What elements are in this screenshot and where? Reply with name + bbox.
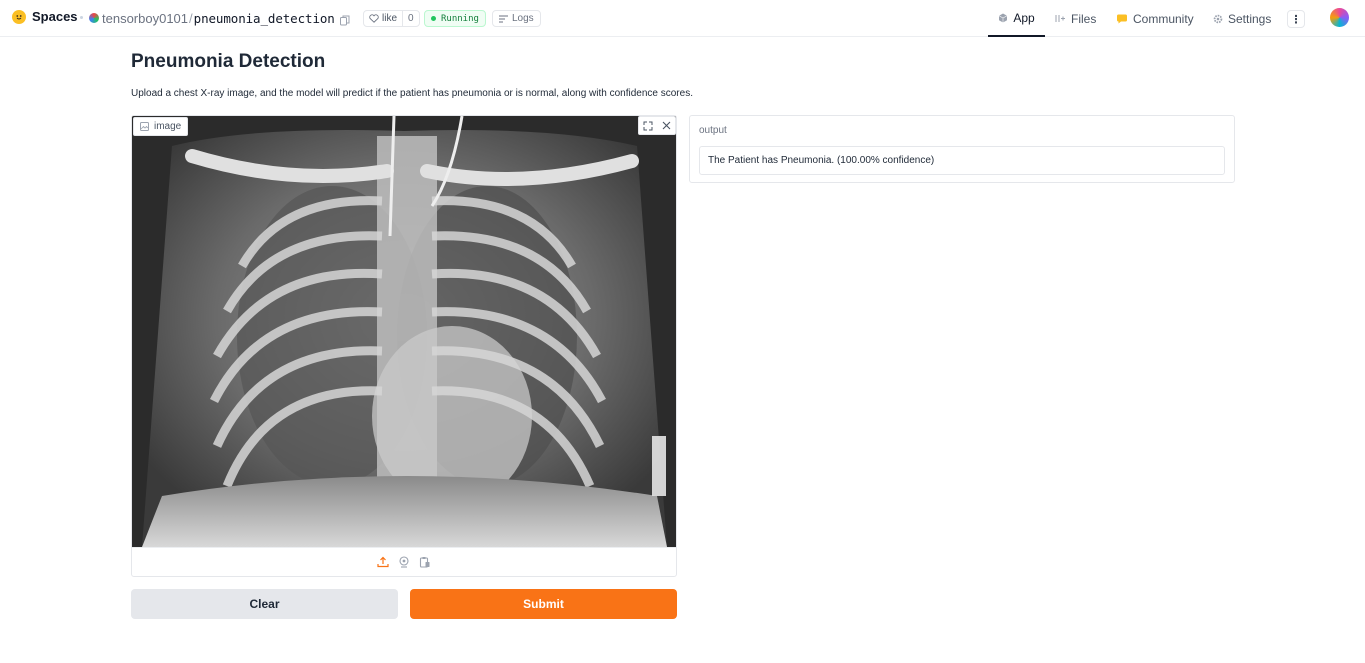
tab-settings-label: Settings [1228, 11, 1272, 26]
spaces-home-link[interactable]: Spaces [12, 9, 78, 24]
like-count: 0 [402, 11, 419, 26]
top-bar: Spaces tensorboy0101 / pneumonia_detecti… [0, 0, 1365, 37]
fullscreen-icon[interactable] [639, 117, 657, 134]
upload-icon[interactable] [377, 556, 390, 569]
copy-icon[interactable] [339, 13, 350, 25]
heart-icon [369, 14, 379, 23]
tab-app[interactable]: App [988, 0, 1045, 37]
page-title: Pneumonia Detection [131, 51, 326, 72]
like-button[interactable]: like 0 [363, 10, 420, 27]
logs-icon [499, 15, 508, 22]
output-label: output [699, 125, 727, 136]
owner-avatar [89, 13, 99, 23]
repo-name-link[interactable]: pneumonia_detection [194, 11, 335, 26]
app-cube-icon [999, 13, 1008, 22]
clipboard-icon[interactable] [419, 556, 432, 569]
logs-label: Logs [512, 13, 534, 24]
status-dot-icon [431, 16, 436, 21]
brand-label: Spaces [32, 9, 78, 24]
clear-button[interactable]: Clear [131, 589, 398, 619]
huggingface-logo-icon [12, 9, 26, 24]
more-options-icon[interactable]: ⋮ [1287, 10, 1305, 28]
logs-button[interactable]: Logs [492, 10, 541, 27]
page-description: Upload a chest X-ray image, and the mode… [131, 88, 693, 99]
close-icon[interactable] [657, 117, 675, 134]
output-textbox[interactable]: The Patient has Pneumonia. (100.00% conf… [699, 146, 1225, 175]
user-avatar[interactable] [1330, 8, 1349, 27]
breadcrumb-separator: / [189, 10, 193, 26]
webcam-icon[interactable] [398, 556, 411, 569]
image-tools [638, 116, 676, 135]
tab-community[interactable]: Community [1116, 0, 1194, 37]
divider-dot [80, 16, 83, 19]
files-icon [1055, 15, 1065, 22]
repo-breadcrumb: tensorboy0101 / pneumonia_detection [89, 9, 350, 27]
submit-button[interactable]: Submit [410, 589, 677, 619]
tab-app-label: App [1013, 10, 1035, 25]
image-label-text: image [154, 121, 182, 132]
image-icon [140, 122, 149, 131]
tab-settings[interactable]: Settings [1213, 0, 1271, 37]
owner-link[interactable]: tensorboy0101 [102, 11, 188, 26]
tab-community-label: Community [1133, 11, 1194, 26]
like-label: like [382, 13, 398, 24]
image-input-panel[interactable]: image [131, 115, 677, 577]
status-badge[interactable]: Running [424, 10, 486, 27]
output-panel: output The Patient has Pneumonia. (100.0… [689, 115, 1235, 183]
community-icon [1117, 14, 1127, 23]
tab-files[interactable]: Files [1055, 0, 1096, 37]
status-label: Running [441, 13, 479, 24]
chest-xray-image [132, 116, 676, 547]
tab-files-label: Files [1071, 11, 1097, 26]
gear-icon [1213, 14, 1223, 23]
image-source-toolbar [132, 547, 676, 576]
image-input-label: image [133, 117, 189, 136]
